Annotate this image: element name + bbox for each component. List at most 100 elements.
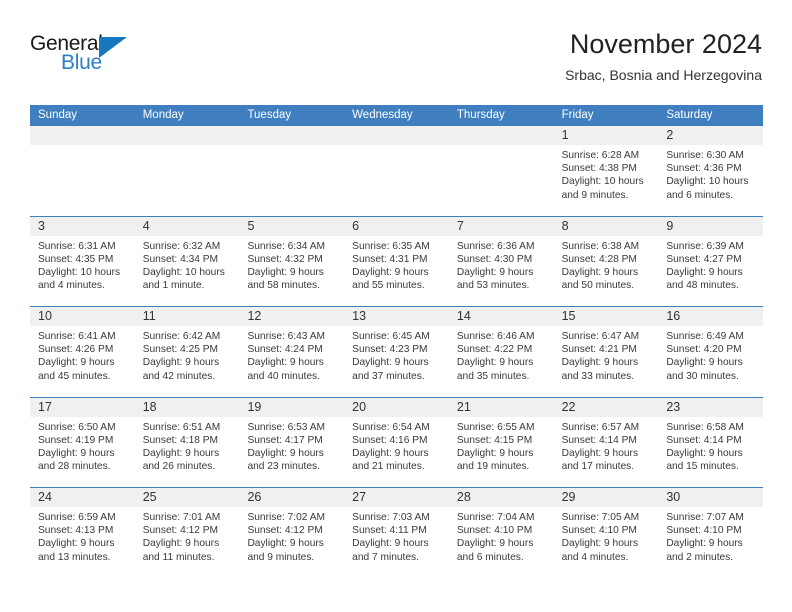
calendar-body: 1 Sunrise: 6:28 AM Sunset: 4:38 PM Daylight… — [30, 126, 764, 578]
logo-text-blue: Blue — [61, 51, 102, 74]
weekday-header-friday: Friday — [561, 109, 594, 121]
day-cell[interactable]: 17 Sunrise: 6:50 AM Sunset: 4:19 PM Dayligh… — [30, 397, 135, 488]
sunset-text: Sunset: 4:28 PM — [561, 253, 637, 265]
sunset-text: Sunset: 4:20 PM — [666, 344, 742, 356]
day-cell[interactable]: 28 Sunrise: 7:04 AM Sunset: 4:10 PM Dayligh… — [448, 488, 554, 578]
day-cell-empty — [134, 126, 240, 216]
day-cell[interactable]: 2 Sunrise: 6:30 AM Sunset: 4:36 PM Daylight… — [658, 126, 764, 216]
week-row: 24 Sunrise: 6:59 AM Sunset: 4:13 PM Dayligh… — [30, 487, 764, 578]
day-number: 29 — [561, 490, 576, 504]
sunset-text: Sunset: 4:30 PM — [456, 253, 533, 265]
day-sun-info: Sunrise: 6:59 AM Sunset: 4:13 PM Daylight:… — [30, 507, 135, 564]
daylight-text: Daylight: 10 hours and 1 minute. — [142, 266, 225, 292]
sunrise-text: Sunrise: 7:01 AM — [142, 512, 221, 523]
day-cell[interactable]: 15 Sunrise: 6:47 AM Sunset: 4:21 PM Dayligh… — [553, 307, 659, 397]
daylight-text: Daylight: 9 hours and 19 minutes. — [456, 447, 534, 473]
day-cell[interactable]: 25 Sunrise: 7:01 AM Sunset: 4:12 PM Dayligh… — [134, 488, 240, 578]
day-cell[interactable]: 4 Sunrise: 6:32 AM Sunset: 4:34 PM Daylight… — [134, 216, 240, 307]
day-number-band: 2 — [658, 126, 764, 145]
day-cell[interactable]: 8 Sunrise: 6:38 AM Sunset: 4:28 PM Daylight… — [553, 216, 659, 307]
day-cell[interactable]: 24 Sunrise: 6:59 AM Sunset: 4:13 PM Dayligh… — [30, 488, 135, 578]
daylight-text: Daylight: 9 hours and 28 minutes. — [38, 447, 115, 473]
day-sun-info: Sunrise: 6:39 AM Sunset: 4:27 PM Daylight:… — [658, 236, 763, 293]
daylight-text: Daylight: 10 hours and 4 minutes. — [38, 266, 121, 292]
day-number-band — [134, 126, 240, 145]
day-number-band: 16 — [658, 307, 764, 326]
day-number: 12 — [247, 309, 262, 323]
day-cell[interactable]: 23 Sunrise: 6:58 AM Sunset: 4:14 PM Dayligh… — [658, 397, 764, 488]
logo-triangle-icon — [99, 37, 127, 58]
daylight-text: Daylight: 10 hours and 9 minutes. — [561, 176, 644, 201]
day-sun-info: Sunrise: 6:31 AM Sunset: 4:35 PM Daylight:… — [30, 236, 135, 293]
day-cell[interactable]: 3 Sunrise: 6:31 AM Sunset: 4:35 PM Daylight… — [30, 216, 135, 307]
day-sun-info: Sunrise: 6:38 AM Sunset: 4:28 PM Daylight:… — [554, 236, 659, 293]
daylight-text: Daylight: 9 hours and 4 minutes. — [561, 538, 639, 563]
daylight-text: Daylight: 9 hours and 15 minutes. — [666, 447, 743, 473]
day-cell[interactable]: 6 Sunrise: 6:35 AM Sunset: 4:31 PM Daylight… — [344, 216, 449, 307]
day-cell[interactable]: 27 Sunrise: 7:03 AM Sunset: 4:11 PM Dayligh… — [344, 488, 449, 578]
day-cell-empty — [344, 126, 449, 216]
sunset-text: Sunset: 4:12 PM — [142, 525, 219, 537]
day-cell[interactable]: 1 Sunrise: 6:28 AM Sunset: 4:38 PM Daylight… — [553, 126, 659, 216]
day-cell[interactable]: 11 Sunrise: 6:42 AM Sunset: 4:25 PM Dayligh… — [134, 307, 240, 397]
day-cell[interactable]: 29 Sunrise: 7:05 AM Sunset: 4:10 PM Dayligh… — [553, 488, 659, 578]
day-sun-info: Sunrise: 7:04 AM Sunset: 4:10 PM Daylight:… — [449, 507, 554, 564]
day-number: 13 — [352, 309, 367, 323]
sunset-text: Sunset: 4:14 PM — [561, 434, 637, 446]
sunset-text: Sunset: 4:18 PM — [142, 434, 219, 446]
sunrise-text: Sunrise: 7:03 AM — [352, 512, 430, 523]
daylight-text: Daylight: 9 hours and 21 minutes. — [352, 447, 429, 473]
day-number: 4 — [142, 218, 150, 233]
day-number-band: 30 — [658, 488, 764, 507]
sunset-text: Sunset: 4:16 PM — [352, 434, 428, 446]
page-title: November 2024 — [569, 29, 762, 59]
sunrise-text: Sunrise: 6:32 AM — [142, 240, 221, 252]
day-cell[interactable]: 5 Sunrise: 6:34 AM Sunset: 4:32 PM Daylight… — [239, 216, 345, 307]
day-number-band: 24 — [30, 488, 135, 507]
sunrise-text: Sunrise: 6:36 AM — [456, 240, 535, 252]
day-number-band: 15 — [553, 307, 659, 326]
sunrise-text: Sunrise: 6:28 AM — [561, 150, 640, 161]
day-number: 28 — [456, 490, 471, 504]
day-number: 3 — [38, 218, 45, 233]
weekday-header-thursday: Thursday — [456, 109, 505, 121]
day-cell[interactable]: 22 Sunrise: 6:57 AM Sunset: 4:14 PM Dayligh… — [553, 397, 659, 488]
sunrise-text: Sunrise: 6:41 AM — [38, 331, 116, 342]
daylight-text: Daylight: 9 hours and 11 minutes. — [142, 538, 220, 563]
day-number: 27 — [352, 490, 367, 504]
day-sun-info: Sunrise: 6:57 AM Sunset: 4:14 PM Daylight:… — [554, 417, 659, 474]
weekday-header-monday: Monday — [142, 109, 184, 121]
daylight-text: Daylight: 9 hours and 45 minutes. — [38, 357, 115, 382]
day-cell[interactable]: 7 Sunrise: 6:36 AM Sunset: 4:30 PM Daylight… — [448, 216, 554, 307]
sunset-text: Sunset: 4:14 PM — [666, 434, 742, 446]
day-cell[interactable]: 10 Sunrise: 6:41 AM Sunset: 4:26 PM Dayligh… — [30, 307, 135, 397]
day-cell[interactable]: 9 Sunrise: 6:39 AM Sunset: 4:27 PM Daylight… — [658, 216, 764, 307]
day-cell[interactable]: 12 Sunrise: 6:43 AM Sunset: 4:24 PM Dayligh… — [239, 307, 345, 397]
day-sun-info: Sunrise: 6:45 AM Sunset: 4:23 PM Daylight:… — [344, 326, 449, 383]
day-sun-info: Sunrise: 7:02 AM Sunset: 4:12 PM Daylight:… — [239, 507, 344, 564]
day-sun-info: Sunrise: 6:53 AM Sunset: 4:17 PM Daylight:… — [239, 417, 344, 474]
day-number: 16 — [666, 309, 681, 323]
day-cell[interactable]: 21 Sunrise: 6:55 AM Sunset: 4:15 PM Dayligh… — [448, 397, 554, 488]
day-cell[interactable]: 16 Sunrise: 6:49 AM Sunset: 4:20 PM Dayligh… — [658, 307, 764, 397]
day-number-band: 13 — [344, 307, 449, 326]
sunrise-text: Sunrise: 6:51 AM — [142, 421, 221, 433]
sunset-text: Sunset: 4:17 PM — [247, 434, 323, 446]
title-block: November 2024 Srbac, Bosnia and Herzegov… — [565, 28, 762, 84]
sunset-text: Sunset: 4:10 PM — [561, 525, 637, 537]
day-number-band: 20 — [344, 397, 449, 417]
day-cell[interactable]: 14 Sunrise: 6:46 AM Sunset: 4:22 PM Dayligh… — [448, 307, 554, 397]
day-number: 25 — [142, 490, 157, 504]
day-number-band: 22 — [553, 397, 659, 417]
day-cell[interactable]: 19 Sunrise: 6:53 AM Sunset: 4:17 PM Dayligh… — [239, 397, 345, 488]
day-cell[interactable]: 20 Sunrise: 6:54 AM Sunset: 4:16 PM Dayligh… — [344, 397, 449, 488]
day-cell[interactable]: 18 Sunrise: 6:51 AM Sunset: 4:18 PM Dayligh… — [134, 397, 240, 488]
sunset-text: Sunset: 4:36 PM — [666, 163, 742, 175]
day-number: 17 — [38, 399, 52, 414]
day-cell[interactable]: 30 Sunrise: 7:07 AM Sunset: 4:10 PM Dayligh… — [658, 488, 764, 578]
sunset-text: Sunset: 4:12 PM — [247, 525, 323, 537]
day-number-band: 23 — [658, 397, 764, 417]
day-cell[interactable]: 26 Sunrise: 7:02 AM Sunset: 4:12 PM Dayligh… — [239, 488, 345, 578]
day-cell[interactable]: 13 Sunrise: 6:45 AM Sunset: 4:23 PM Dayligh… — [344, 307, 449, 397]
day-number: 8 — [561, 218, 569, 233]
